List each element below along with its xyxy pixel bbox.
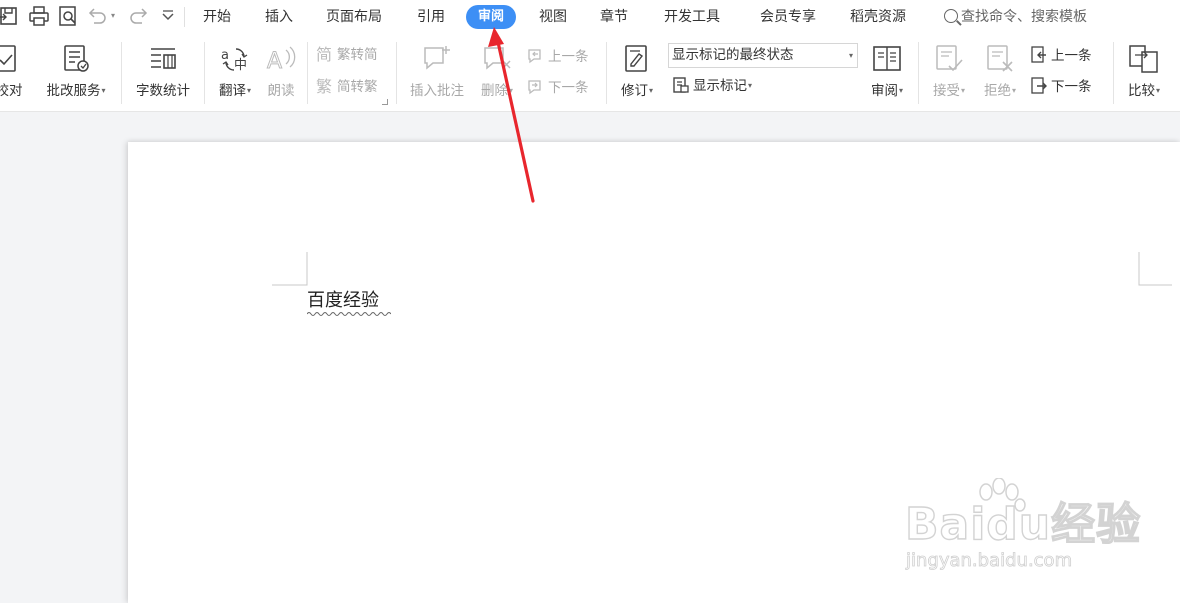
tab-review[interactable]: 审阅 (466, 5, 517, 29)
word-count-icon (151, 48, 176, 69)
read-aloud-icon: A (267, 46, 296, 75)
undo-dropdown-icon[interactable]: ▾ (107, 5, 119, 27)
command-search[interactable]: 查找命令、搜索模板 (944, 6, 1087, 28)
group-divider (606, 42, 607, 104)
page-corner-mark-left (272, 252, 308, 286)
group-divider (204, 42, 205, 104)
print-preview-icon[interactable] (57, 5, 79, 27)
compare-icon (1129, 45, 1158, 73)
tab-references[interactable]: 引用 (417, 7, 445, 27)
watermark-url: jingyan.baidu.com (906, 550, 1073, 572)
reject-icon (987, 45, 1013, 72)
review-pane-button[interactable]: 审阅▾ (864, 42, 910, 106)
group-divider (396, 42, 397, 104)
previous-comment-button[interactable]: 上一条 (527, 46, 589, 68)
review-ribbon: 校对 批改服务▾ 字数统计 a中 翻译▾ A 朗读 简繁转简 繁简转繁 插入批注… (0, 34, 1180, 112)
revision-service-icon (64, 45, 89, 72)
group-divider (918, 42, 919, 104)
simplified-char-icon: 繁 (316, 77, 332, 95)
translate-icon: a中 (221, 48, 248, 73)
tab-home[interactable]: 开始 (203, 7, 231, 27)
group-divider (1113, 42, 1114, 104)
svg-text:简: 简 (316, 45, 332, 63)
delete-comment-icon (484, 47, 511, 70)
next-change-icon (1031, 77, 1047, 94)
group-divider (121, 42, 122, 104)
show-markup-button[interactable]: 显示标记▾ (672, 75, 752, 97)
translate-button[interactable]: a中 翻译▾ (212, 42, 258, 106)
tab-insert[interactable]: 插入 (265, 7, 293, 27)
proofread-icon (0, 45, 16, 72)
insert-comment-button[interactable]: 插入批注 (405, 42, 469, 106)
svg-text:繁: 繁 (316, 77, 332, 95)
compare-button[interactable]: 比较▾ (1121, 42, 1167, 106)
customize-toolbar-icon[interactable] (157, 5, 179, 27)
next-change-button[interactable]: 下一条 (1030, 76, 1092, 98)
track-changes-button[interactable]: 修订▾ (614, 42, 660, 106)
revision-service-button[interactable]: 批改服务▾ (40, 42, 112, 106)
next-comment-icon (528, 80, 541, 95)
svg-text:中: 中 (234, 58, 247, 73)
toolbar-divider (184, 7, 185, 27)
search-placeholder: 查找命令、搜索模板 (961, 9, 1087, 25)
search-icon (944, 9, 958, 23)
save-icon[interactable] (0, 5, 20, 27)
page-corner-mark-right (1138, 252, 1172, 286)
simplified-to-traditional-button[interactable]: 繁简转繁 (316, 76, 378, 98)
tab-docer-resources[interactable]: 稻壳资源 (850, 7, 906, 27)
svg-text:a: a (221, 48, 229, 63)
tab-developer-tools[interactable]: 开发工具 (664, 7, 720, 27)
accept-icon (936, 45, 963, 72)
menu-tab-bar: ▾ 开始 插入 页面布局 引用 审阅 视图 章节 开发工具 会员专享 稻壳资源 … (0, 0, 1180, 34)
previous-change-icon (1031, 46, 1046, 63)
next-comment-button[interactable]: 下一条 (527, 77, 589, 99)
review-pane-icon (873, 46, 901, 71)
previous-change-button[interactable]: 上一条 (1030, 45, 1092, 67)
traditional-to-simplified-button[interactable]: 简繁转简 (316, 44, 378, 66)
word-count-button[interactable]: 字数统计 (131, 42, 195, 106)
previous-comment-icon (528, 49, 541, 64)
svg-text:A: A (267, 49, 282, 74)
tab-chapter[interactable]: 章节 (600, 7, 628, 27)
chinese-conversion-launcher[interactable] (382, 99, 388, 105)
read-aloud-button[interactable]: A 朗读 (262, 42, 300, 106)
baidu-jingyan-watermark: Baidu经验 jingyan.baidu.com (900, 478, 1141, 588)
markup-mode-value: 显示标记的最终状态 (672, 47, 794, 63)
group-divider (307, 42, 308, 104)
traditional-char-icon: 简 (316, 45, 332, 63)
tab-view[interactable]: 视图 (539, 7, 567, 27)
watermark-brand: Baidu经验 (904, 499, 1142, 550)
delete-comment-button[interactable]: 删除▾ (474, 42, 520, 106)
tab-page-layout[interactable]: 页面布局 (326, 7, 382, 27)
reject-change-button[interactable]: 拒绝▾ (977, 42, 1023, 106)
insert-comment-icon (424, 46, 450, 70)
print-icon[interactable] (28, 5, 50, 27)
tab-member-exclusive[interactable]: 会员专享 (760, 7, 816, 27)
redo-icon[interactable] (127, 5, 149, 27)
chevron-down-icon: ▾ (848, 51, 853, 60)
accept-change-button[interactable]: 接受▾ (926, 42, 972, 106)
proofread-button[interactable]: 校对 (0, 42, 32, 106)
track-changes-icon (625, 45, 647, 72)
spellcheck-underline (307, 312, 391, 316)
markup-mode-select[interactable]: 显示标记的最终状态 ▾ (668, 43, 858, 68)
show-markup-icon (673, 77, 689, 93)
undo-icon[interactable] (87, 5, 109, 27)
